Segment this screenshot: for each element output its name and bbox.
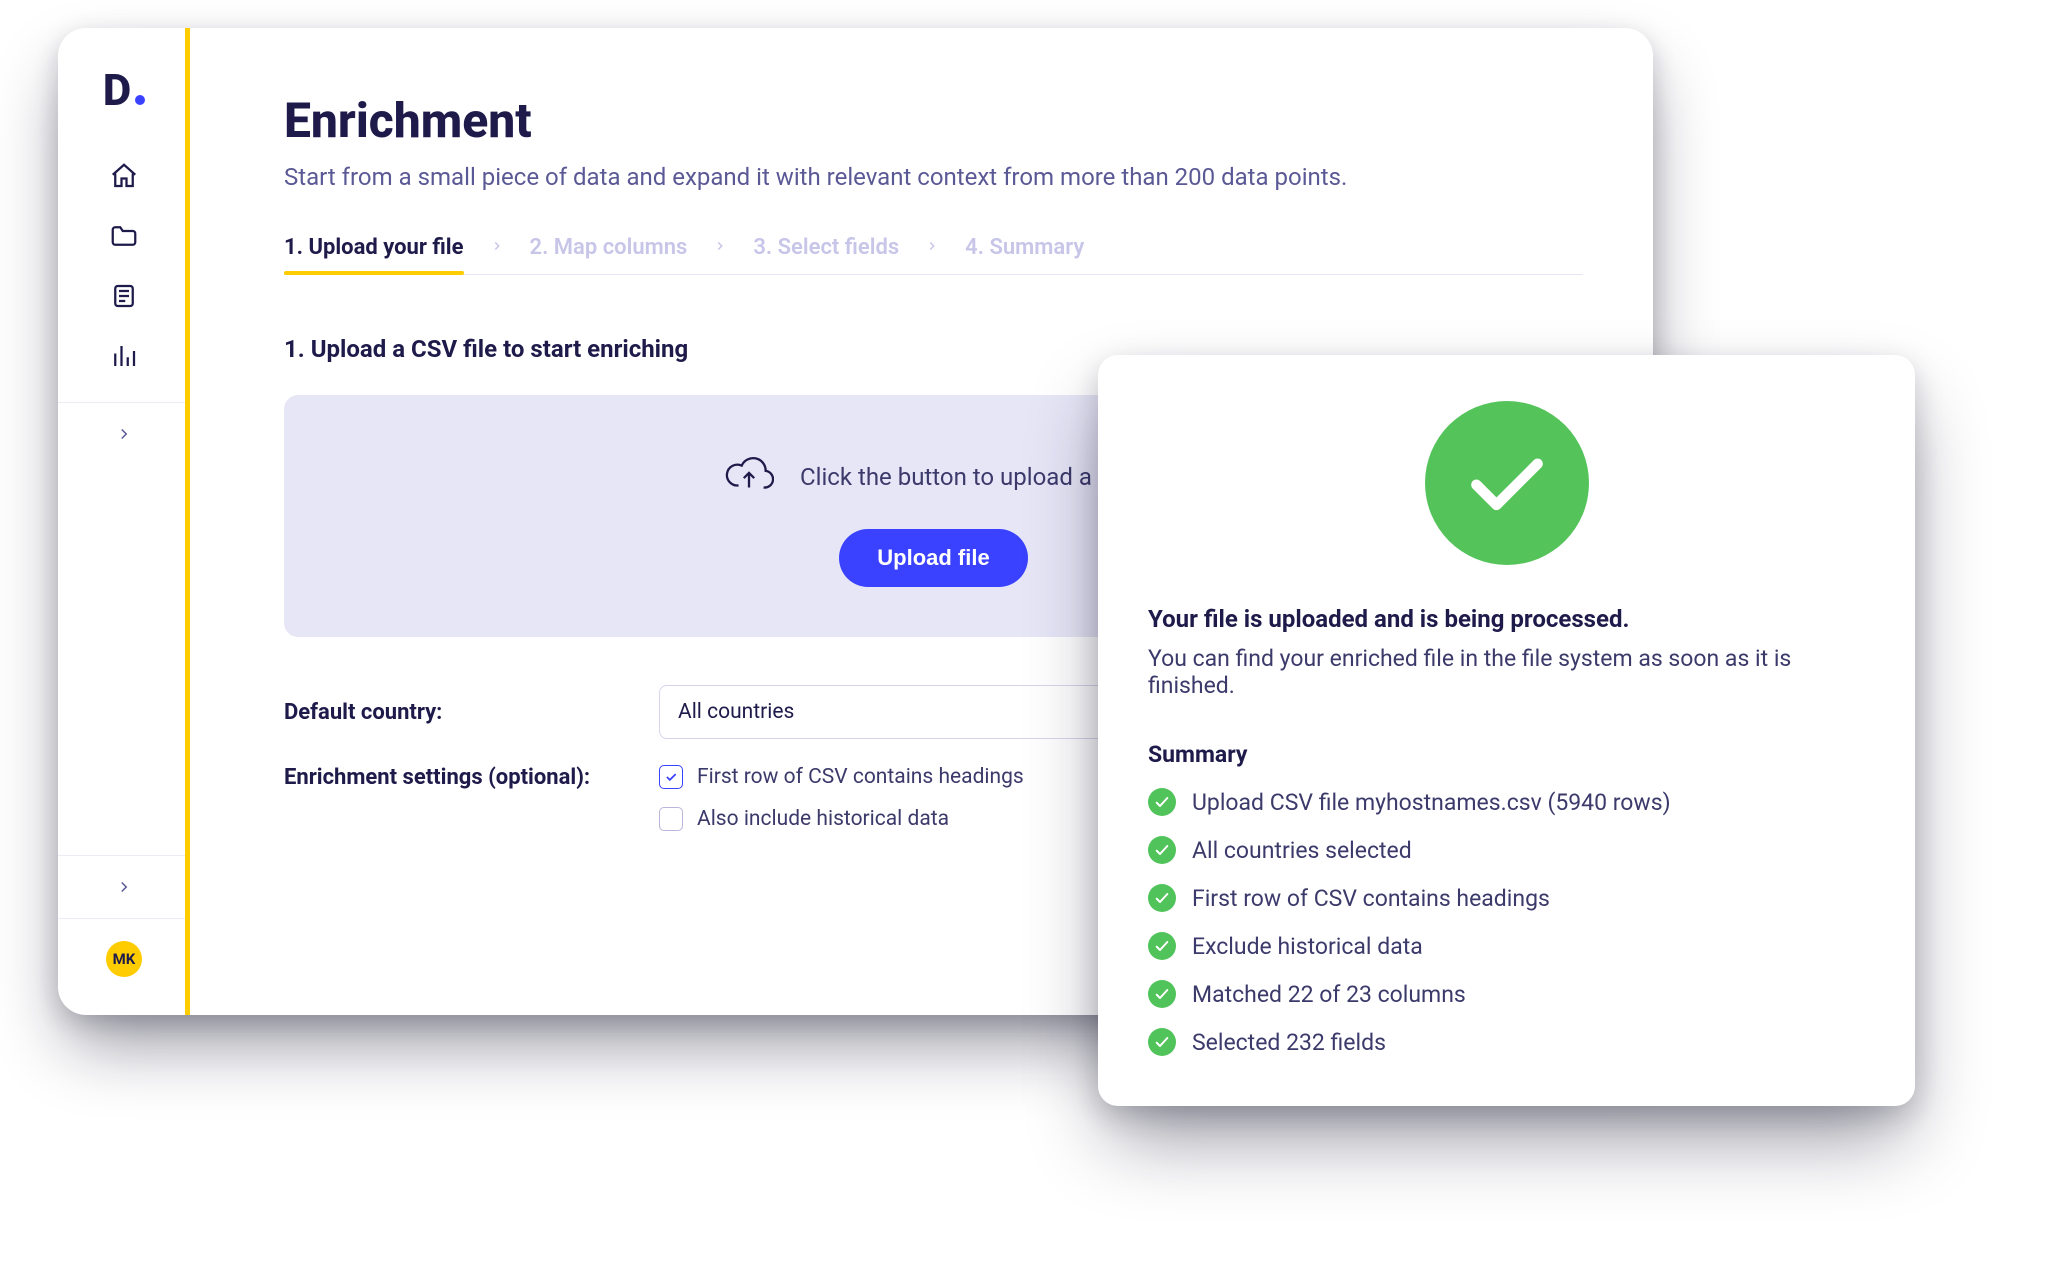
upload-file-button[interactable]: Upload file	[839, 529, 1027, 587]
sidebar-accent-line	[185, 28, 190, 1015]
sidebar: D MK	[58, 28, 190, 1015]
dropzone-hint: Click the button to upload a CSV	[724, 455, 1143, 499]
logo-dot-icon	[135, 95, 145, 105]
sidebar-nav	[108, 160, 140, 372]
summary-item: Matched 22 of 23 columns	[1148, 980, 1865, 1008]
check-circle-icon	[1148, 980, 1176, 1008]
check-circle-icon	[1148, 1028, 1176, 1056]
settings-label: Enrichment settings (optional):	[284, 765, 659, 790]
chevron-right-icon	[925, 238, 939, 257]
chevron-right-icon	[713, 238, 727, 257]
summary-item-text: First row of CSV contains headings	[1192, 885, 1550, 912]
step-map-columns[interactable]: 2. Map columns	[530, 235, 688, 260]
page-title: Enrichment	[284, 92, 1583, 149]
avatar[interactable]: MK	[106, 941, 142, 977]
summary-item-text: Matched 22 of 23 columns	[1192, 981, 1466, 1008]
check-circle-icon	[1148, 884, 1176, 912]
card-title: Your file is uploaded and is being proce…	[1148, 605, 1865, 633]
success-check-icon	[1425, 401, 1589, 565]
card-subtitle: You can find your enriched file in the f…	[1148, 645, 1865, 699]
bar-chart-icon[interactable]	[108, 340, 140, 372]
dropzone-text: Click the button to upload a CSV	[800, 463, 1143, 491]
summary-item-text: All countries selected	[1192, 837, 1412, 864]
summary-item: Exclude historical data	[1148, 932, 1865, 960]
step-upload[interactable]: 1. Upload your file	[284, 235, 464, 260]
folder-icon[interactable]	[108, 220, 140, 252]
summary-list: Upload CSV file myhostnames.csv (5940 ro…	[1148, 788, 1865, 1056]
checkbox-icon	[659, 765, 683, 789]
sidebar-divider	[58, 918, 190, 919]
home-icon[interactable]	[108, 160, 140, 192]
check-circle-icon	[1148, 932, 1176, 960]
stepper: 1. Upload your file 2. Map columns 3. Se…	[284, 235, 1583, 275]
summary-item-text: Upload CSV file myhostnames.csv (5940 ro…	[1192, 789, 1671, 816]
app-logo: D	[103, 68, 146, 112]
check-circle-icon	[1148, 788, 1176, 816]
logo-letter: D	[103, 68, 132, 112]
summary-item: All countries selected	[1148, 836, 1865, 864]
summary-heading: Summary	[1148, 741, 1865, 768]
summary-item-text: Selected 232 fields	[1192, 1029, 1386, 1056]
country-label: Default country:	[284, 700, 659, 725]
summary-item-text: Exclude historical data	[1192, 933, 1423, 960]
summary-item: First row of CSV contains headings	[1148, 884, 1865, 912]
check-circle-icon	[1148, 836, 1176, 864]
cloud-upload-icon	[724, 455, 774, 499]
processing-card: Your file is uploaded and is being proce…	[1098, 355, 1915, 1106]
page-subtitle: Start from a small piece of data and exp…	[284, 163, 1583, 191]
checkbox-label: Also include historical data	[697, 807, 949, 831]
checkbox-icon	[659, 807, 683, 831]
checkbox-label: First row of CSV contains headings	[697, 765, 1024, 789]
sidebar-expand-bottom[interactable]	[58, 856, 190, 918]
summary-item: Upload CSV file myhostnames.csv (5940 ro…	[1148, 788, 1865, 816]
sidebar-expand-top[interactable]	[58, 403, 190, 465]
summary-item: Selected 232 fields	[1148, 1028, 1865, 1056]
chevron-right-icon	[490, 238, 504, 257]
step-select-fields[interactable]: 3. Select fields	[753, 235, 899, 260]
news-icon[interactable]	[108, 280, 140, 312]
step-summary[interactable]: 4. Summary	[965, 235, 1084, 260]
